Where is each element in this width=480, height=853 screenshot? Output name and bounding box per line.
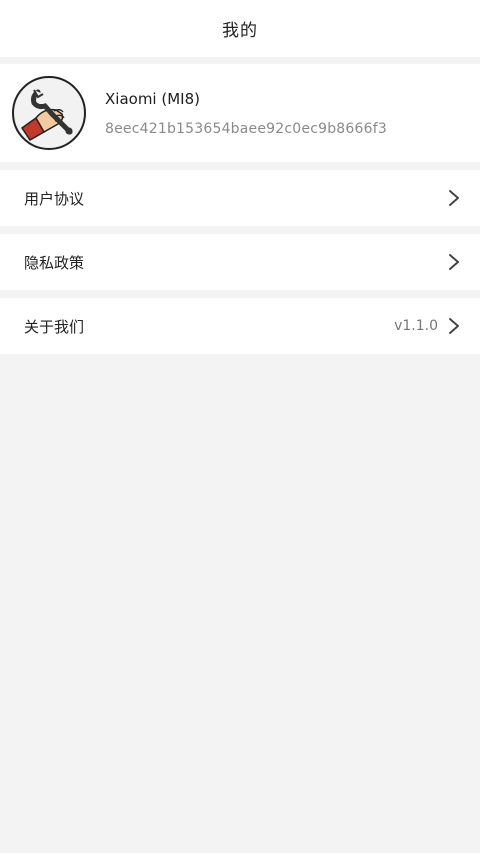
profile-card[interactable]: Xiaomi (MI8) 8eec421b153654baee92c0ec9b8… <box>0 64 480 162</box>
chevron-right-icon <box>449 254 459 270</box>
page-title: 我的 <box>222 21 258 41</box>
chevron-right-icon <box>449 318 459 334</box>
device-name: Xiaomi (MI8) <box>105 89 200 108</box>
app-screen: 我的 Xiaomi (MI8) 8eec421b153654baee92c0ec… <box>0 0 480 853</box>
chevron-right-icon <box>449 190 459 206</box>
menu-item-user-agreement[interactable]: 用户协议 <box>0 170 480 226</box>
avatar[interactable] <box>12 76 86 150</box>
divider <box>0 290 480 298</box>
menu-item-label: 关于我们 <box>24 317 85 336</box>
divider <box>0 226 480 234</box>
menu-item-about-us[interactable]: 关于我们 v1.1.0 <box>0 298 480 354</box>
version-label: v1.1.0 <box>394 318 438 334</box>
menu-item-label: 隐私政策 <box>24 253 85 272</box>
menu-item-privacy-policy[interactable]: 隐私政策 <box>0 234 480 290</box>
divider <box>0 162 480 170</box>
menu-item-label: 用户协议 <box>24 189 85 208</box>
device-id: 8eec421b153654baee92c0ec9b8666f3 <box>105 120 387 137</box>
top-bar: 我的 <box>0 0 480 57</box>
profile-info: Xiaomi (MI8) 8eec421b153654baee92c0ec9b8… <box>105 90 387 137</box>
divider <box>0 57 480 64</box>
wrench-hand-icon <box>20 89 73 141</box>
